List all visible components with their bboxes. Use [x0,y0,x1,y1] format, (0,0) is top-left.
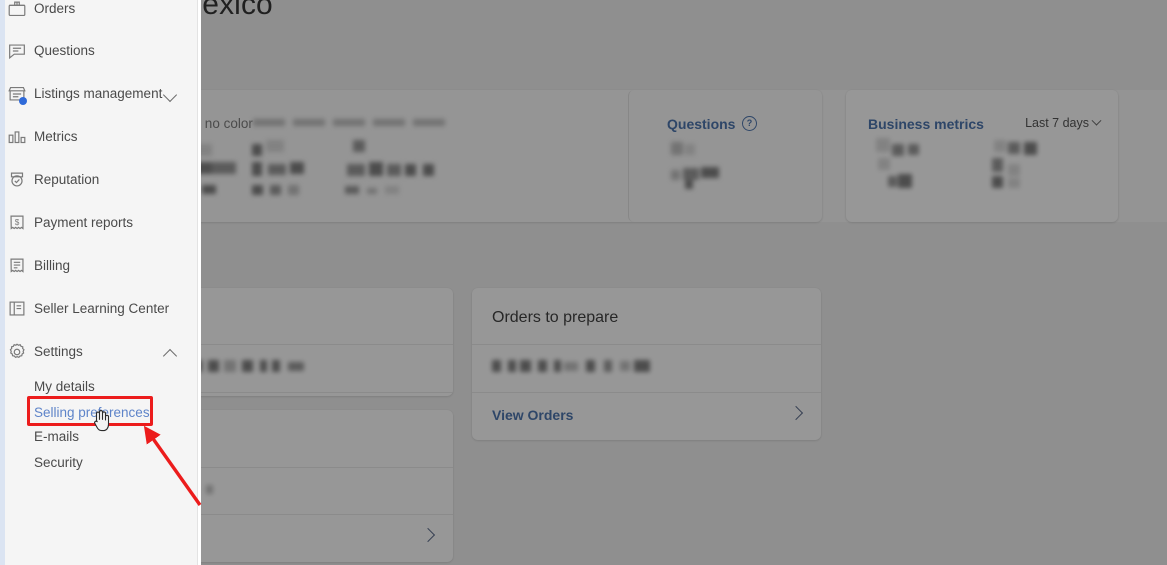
sidebar-item-billing[interactable]: Billing [0,251,197,281]
business-metrics-title: Business metrics [868,116,984,132]
card-divider [472,392,821,393]
app-screenshot: l Mexico ce You still have no color [0,0,1167,565]
badge-check-icon [6,169,28,191]
redacted-orders-row [492,358,752,378]
sidebar-item-label: Reputation [34,172,99,187]
business-metrics-card[interactable]: Business metrics Last 7 days [846,90,1118,222]
redacted-metric-b [986,138,1056,193]
sidebar-item-listings-management[interactable]: Listings management [0,79,197,109]
sidebar-item-metrics[interactable]: Metrics [0,122,197,152]
annotation-arrow [140,420,250,530]
chevron-down-icon [1092,116,1102,126]
view-orders-row[interactable]: View Orders [472,394,821,438]
date-range-label: Last 7 days [1025,116,1089,130]
chevron-right-icon [421,528,435,542]
sidebar-item-label: Listings management [34,86,162,101]
sidebar-subitem-my-details[interactable]: My details [34,379,95,394]
sidebar-item-label: Seller Learning Center [34,301,169,316]
orders-to-prepare-card[interactable]: Orders to prepare View Orders [472,288,821,440]
sidebar-subitem-security[interactable]: Security [34,455,83,470]
redacted-pill-row [253,117,458,129]
redacted-metric-3 [343,140,543,192]
orders-to-prepare-title: Orders to prepare [492,309,618,327]
sidebar-item-payment-reports[interactable]: $ Payment reports [0,208,197,238]
sidebar-item-label: Settings [34,344,83,359]
sidebar-item-label: Orders [34,1,75,16]
sidebar-item-questions[interactable]: Questions [0,36,197,66]
notification-dot [19,97,27,105]
sidebar-item-label: Metrics [34,129,78,144]
svg-text:$: $ [15,218,20,227]
receipt-dollar-icon: $ [6,212,28,234]
help-circle-icon[interactable]: ? [742,116,757,131]
view-orders-link[interactable]: View Orders [492,407,573,423]
pointing-hand-cursor [91,409,111,433]
box-icon [6,0,28,20]
card-divider [472,344,821,345]
sidebar-item-seller-learning-center[interactable]: Seller Learning Center [0,294,197,324]
sidebar-item-label: Questions [34,43,95,58]
questions-card[interactable]: Questions ? [628,90,823,222]
sidebar-subitem-emails[interactable]: E-mails [34,429,79,444]
gear-icon [6,341,28,363]
redacted-metric-a [870,138,940,193]
sidebar-item-orders[interactable]: Orders [0,0,197,24]
redacted-questions-value [667,142,787,190]
date-range-selector[interactable]: Last 7 days [1025,116,1100,130]
chevron-down-icon[interactable] [163,88,177,102]
book-icon [6,298,28,320]
annotation-highlight-box [27,396,153,426]
sidebar-item-label: Billing [34,258,70,273]
chevron-right-icon [789,406,803,420]
sidebar-item-reputation[interactable]: Reputation [0,165,197,195]
sidebar-item-label: Payment reports [34,215,133,230]
invoice-icon [6,255,28,277]
questions-card-title: Questions [667,116,735,132]
sidebar-item-settings[interactable]: Settings [0,337,197,367]
chevron-up-icon[interactable] [163,349,177,363]
chat-bubble-icon [6,40,28,62]
bar-chart-icon [6,126,28,148]
